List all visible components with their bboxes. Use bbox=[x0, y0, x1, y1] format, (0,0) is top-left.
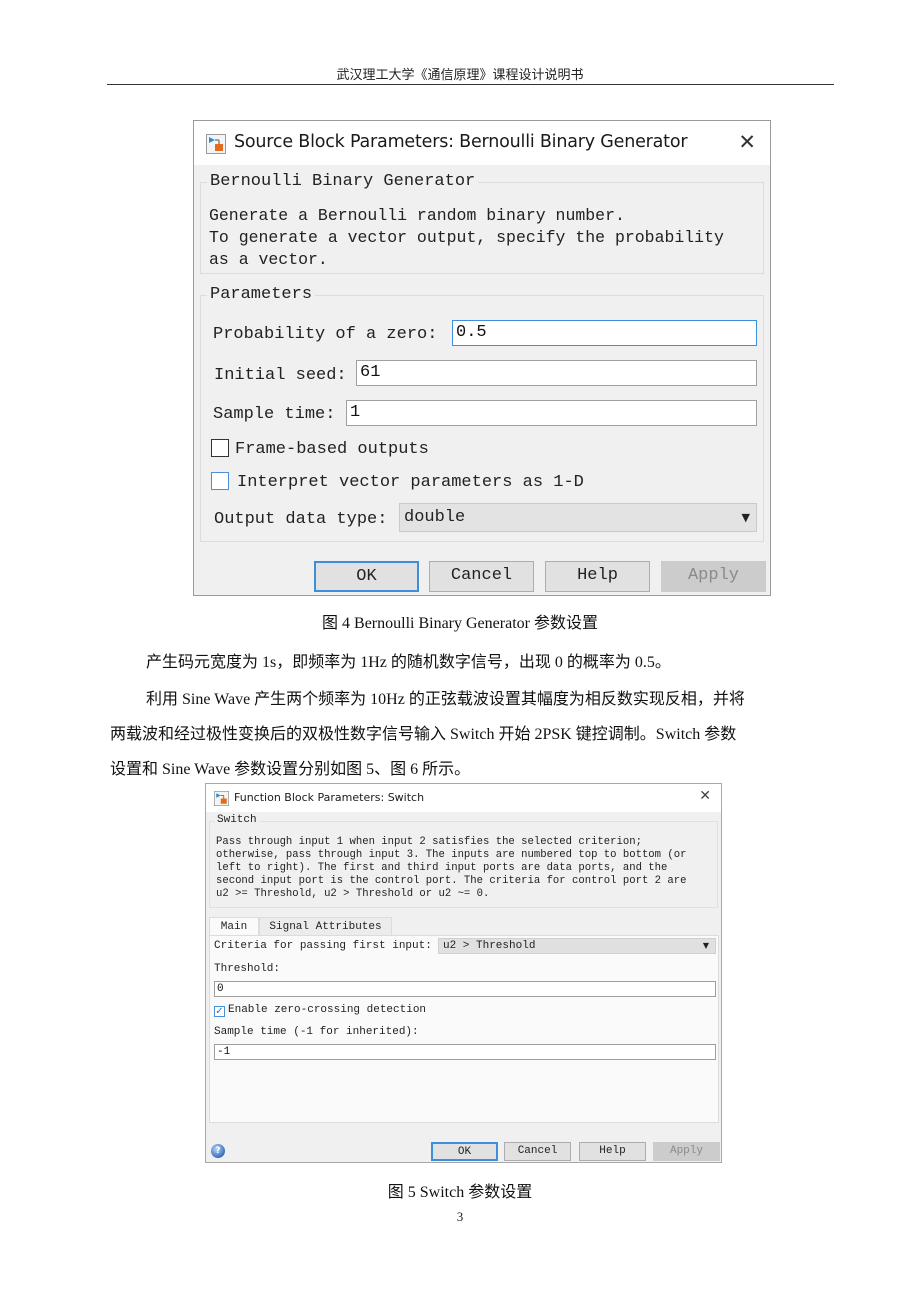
cancel-button[interactable]: Cancel bbox=[504, 1142, 571, 1161]
block-description: Pass through input 1 when input 2 satisf… bbox=[216, 836, 687, 900]
paragraph-line: 两载波和经过极性变换后的双极性数字信号输入 Switch 开始 2PSK 键控调… bbox=[110, 726, 737, 743]
figure-caption-4: 图 4 Bernoulli Binary Generator 参数设置 bbox=[322, 615, 598, 632]
help-button[interactable]: Help bbox=[545, 561, 650, 592]
chevron-down-icon: ▼ bbox=[702, 941, 709, 950]
output-type-select[interactable]: double ▼ bbox=[399, 503, 757, 532]
criteria-value: u2 > Threshold bbox=[443, 940, 536, 952]
sample-time-input[interactable]: -1 bbox=[214, 1044, 716, 1060]
dialog-title: Function Block Parameters: Switch bbox=[234, 791, 425, 804]
apply-button[interactable]: Apply bbox=[653, 1142, 720, 1161]
criteria-label: Criteria for passing first input: bbox=[214, 940, 432, 952]
page-number: 3 bbox=[456, 1209, 464, 1224]
simulink-block-icon bbox=[214, 791, 229, 806]
frame-based-label: Frame-based outputs bbox=[235, 440, 429, 459]
bernoulli-dialog: Source Block Parameters: Bernoulli Binar… bbox=[193, 120, 771, 596]
block-description: Generate a Bernoulli random binary numbe… bbox=[209, 206, 724, 269]
close-icon[interactable]: ✕ bbox=[738, 130, 756, 154]
simulink-block-icon bbox=[206, 134, 226, 154]
apply-button[interactable]: Apply bbox=[661, 561, 766, 592]
zero-crossing-label: Enable zero-crossing detection bbox=[228, 1004, 427, 1016]
description-group: Switch Pass through input 1 when input 2… bbox=[209, 814, 718, 908]
dialog-titlebar: Function Block Parameters: Switch ✕ bbox=[206, 784, 721, 812]
dialog-title: Source Block Parameters: Bernoulli Binar… bbox=[234, 132, 688, 152]
probability-input[interactable]: 0.5 bbox=[452, 320, 757, 346]
header-rule bbox=[107, 84, 834, 85]
group-legend: Bernoulli Binary Generator bbox=[207, 172, 479, 191]
seed-label: Initial seed: bbox=[214, 366, 347, 385]
sample-time-label: Sample time (-1 for inherited): bbox=[214, 1026, 419, 1038]
paragraph-line: 产生码元宽度为 1s，即频率为 1Hz 的随机数字信号，出现 0 的概率为 0.… bbox=[146, 654, 671, 671]
sample-time-input[interactable]: 1 bbox=[346, 400, 757, 426]
paragraph-line: 利用 Sine Wave 产生两个频率为 10Hz 的正弦载波设置其幅度为相反数… bbox=[146, 691, 745, 708]
description-group: Bernoulli Binary Generator Generate a Be… bbox=[200, 172, 764, 274]
parameters-group: Parameters Probability of a zero: 0.5 In… bbox=[200, 285, 764, 542]
switch-dialog: Function Block Parameters: Switch ✕ Swit… bbox=[205, 783, 722, 1163]
close-icon[interactable]: ✕ bbox=[699, 788, 711, 804]
seed-input[interactable]: 61 bbox=[356, 360, 757, 386]
page-header: 武汉理工大学《通信原理》课程设计说明书 bbox=[336, 67, 584, 82]
cancel-button[interactable]: Cancel bbox=[429, 561, 534, 592]
chevron-down-icon: ▼ bbox=[741, 511, 750, 524]
output-type-label: Output data type: bbox=[214, 510, 388, 529]
zero-crossing-checkbox[interactable]: ✓ bbox=[214, 1006, 225, 1017]
criteria-select[interactable]: u2 > Threshold ▼ bbox=[438, 938, 716, 954]
threshold-input[interactable]: 0 bbox=[214, 981, 716, 997]
main-tab-panel: Criteria for passing first input: u2 > T… bbox=[209, 935, 719, 1123]
interpret-1d-label: Interpret vector parameters as 1-D bbox=[237, 473, 584, 492]
frame-based-checkbox[interactable] bbox=[211, 439, 229, 457]
output-type-value: double bbox=[404, 508, 466, 527]
ok-button[interactable]: OK bbox=[314, 561, 419, 592]
group-legend: Switch bbox=[214, 814, 260, 826]
threshold-label: Threshold: bbox=[214, 963, 281, 975]
interpret-1d-checkbox[interactable] bbox=[211, 472, 229, 490]
tab-signal-attributes[interactable]: Signal Attributes bbox=[259, 917, 392, 936]
figure-caption-5: 图 5 Switch 参数设置 bbox=[387, 1184, 533, 1201]
probability-label: Probability of a zero: bbox=[213, 325, 438, 344]
help-icon[interactable]: ? bbox=[211, 1144, 225, 1158]
help-button[interactable]: Help bbox=[579, 1142, 646, 1161]
group-legend: Parameters bbox=[207, 285, 316, 304]
ok-button[interactable]: OK bbox=[431, 1142, 498, 1161]
paragraph-line: 设置和 Sine Wave 参数设置分别如图 5、图 6 所示。 bbox=[110, 761, 471, 778]
tab-main[interactable]: Main bbox=[209, 917, 259, 936]
sample-time-label: Sample time: bbox=[213, 405, 336, 424]
dialog-titlebar: Source Block Parameters: Bernoulli Binar… bbox=[194, 121, 770, 165]
